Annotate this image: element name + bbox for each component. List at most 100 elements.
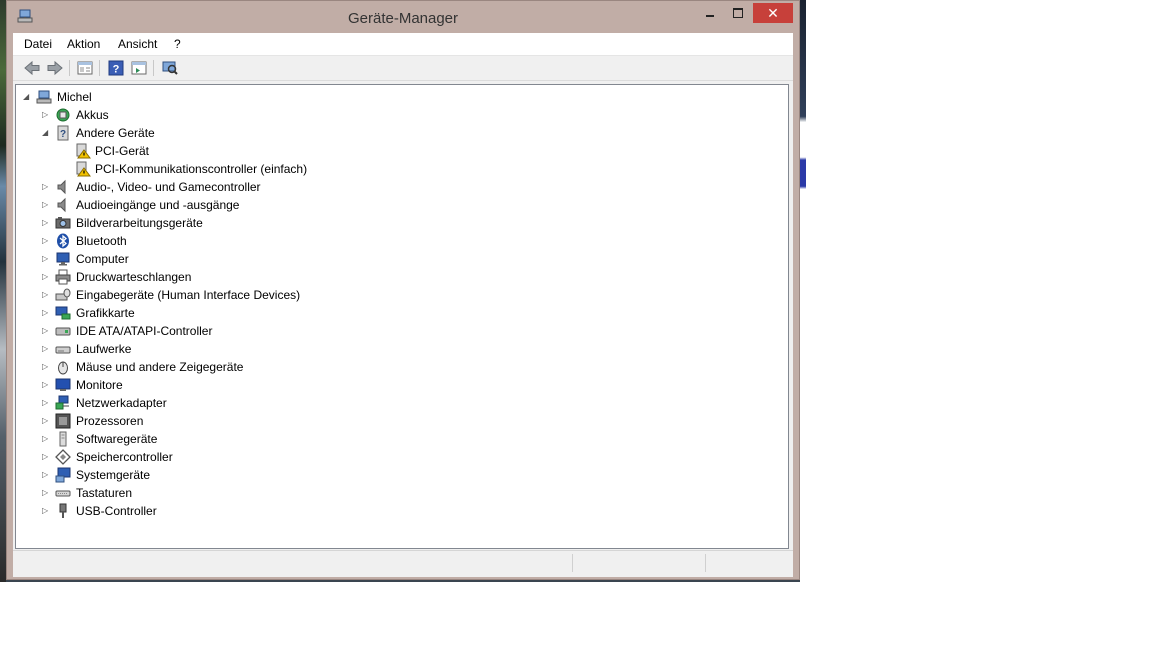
warning-device-icon [76,143,91,159]
unknown-device-icon: ? [57,125,69,141]
expand-arrow-icon[interactable]: ▷ [42,452,50,461]
status-pane [705,554,792,572]
tree-item[interactable]: ▷ Systemgeräte [16,466,776,484]
tree-item[interactable]: ▷ Laufwerke [16,340,776,358]
tree-item[interactable]: ▷ Bluetooth [16,232,776,250]
tree-item[interactable]: ▷ Mäuse und andere Zeigegeräte [16,358,776,376]
expand-arrow-icon[interactable]: ▷ [42,488,50,497]
monitor-icon [56,252,70,266]
device-manager-window: Geräte-Manager ✕ Datei Aktion Ansicht ? [6,0,800,580]
expand-arrow-icon[interactable]: ▷ [42,326,50,335]
expand-arrow-icon[interactable]: ▷ [42,398,50,407]
speaker-icon [57,197,66,213]
warning-device-icon [76,161,91,177]
expand-arrow-icon[interactable]: ▷ [42,344,50,353]
bluetooth-icon [57,233,69,249]
processor-icon [55,413,71,429]
minimize-icon [706,15,714,17]
monitor-icon [55,378,71,391]
minimize-button[interactable] [697,3,723,23]
expand-arrow-icon[interactable]: ▷ [42,254,50,263]
menu-ansicht[interactable]: Ansicht [118,37,157,51]
network-adapter-icon [55,395,69,410]
update-driver-icon[interactable] [130,59,148,77]
toolbar-separator [69,60,70,76]
close-icon: ✕ [767,5,779,21]
tree-root-label: Michel [57,90,92,104]
collapse-arrow-icon[interactable]: ◢ [42,128,50,137]
usb-icon [59,503,67,518]
expand-arrow-icon[interactable]: ▷ [42,110,50,119]
expand-arrow-icon[interactable]: ▷ [42,362,50,371]
forward-arrow-icon[interactable] [46,59,64,77]
back-arrow-icon[interactable] [23,59,41,77]
maximize-icon [733,8,743,18]
expand-arrow-icon[interactable]: ▷ [42,182,50,191]
window-client-area: Datei Aktion Ansicht ? ? ◢ Michel ▷ Akku… [13,33,793,577]
expand-arrow-icon[interactable]: ▷ [42,416,50,425]
storage-controller-icon [55,449,71,465]
tree-item[interactable]: ▷ Softwaregeräte [16,430,776,448]
software-device-icon [59,431,67,447]
window-title: Geräte-Manager [347,10,459,27]
properties-icon[interactable] [76,59,94,77]
expand-arrow-icon[interactable]: ▷ [42,470,50,479]
status-bar [13,550,793,576]
expand-arrow-icon[interactable]: ▷ [42,506,50,515]
menu-aktion[interactable]: Aktion [67,37,100,51]
help-icon[interactable]: ? [107,59,125,77]
expand-arrow-icon[interactable]: ▷ [42,308,50,317]
tree-item[interactable]: ▷ Eingabegeräte (Human Interface Devices… [16,286,776,304]
expand-arrow-icon[interactable]: ▷ [42,272,50,281]
menu-datei[interactable]: Datei [24,37,52,51]
printer-icon [55,269,71,285]
maximize-button[interactable] [725,3,751,23]
tree-item[interactable]: ▷ Prozessoren [16,412,776,430]
status-pane [572,554,705,572]
svg-text:?: ? [60,129,66,140]
tree-item[interactable]: ▷ Grafikkarte [16,304,776,322]
mouse-icon [58,361,68,375]
collapse-arrow-icon[interactable]: ◢ [23,92,31,101]
toolbar-separator [99,60,100,76]
tree-item[interactable]: ▷ USB-Controller [16,502,776,520]
speaker-icon [57,179,66,195]
camera-icon [55,217,71,229]
system-device-icon [55,467,71,483]
device-tree[interactable]: ◢ Michel ▷ Akkus ◢ ? Andere Geräte PCI-G… [15,84,789,549]
display-adapter-icon [55,306,71,320]
desktop-strip-right [800,0,806,582]
tree-child-item[interactable]: PCI-Kommunikationscontroller (einfach) [16,160,776,178]
expand-arrow-icon[interactable]: ▷ [42,290,50,299]
tree-item[interactable]: ▷ Bildverarbeitungsgeräte [16,214,776,232]
expand-arrow-icon[interactable]: ▷ [42,200,50,209]
battery-icon [56,108,70,122]
tree-item[interactable]: ▷ Netzwerkadapter [16,394,776,412]
tree-item[interactable]: ▷ Audio-, Video- und Gamecontroller [16,178,776,196]
computer-icon [36,90,52,104]
menu-help[interactable]: ? [174,37,181,51]
scan-hardware-icon[interactable] [161,59,179,77]
keyboard-icon [55,490,71,497]
tree-child-item[interactable]: PCI-Gerät [16,142,776,160]
tree-item[interactable]: ▷ Monitore [16,376,776,394]
hid-icon [55,288,71,301]
tree-item[interactable]: ▷ Tastaturen [16,484,776,502]
tree-item[interactable]: ▷ Akkus [16,106,776,124]
expand-arrow-icon[interactable]: ▷ [42,218,50,227]
tree-item[interactable]: ▷ Speichercontroller [16,448,776,466]
tree-item[interactable]: ▷ Druckwarteschlangen [16,268,776,286]
title-bar[interactable]: Geräte-Manager ✕ [7,1,799,33]
close-button[interactable]: ✕ [753,3,793,23]
expand-arrow-icon[interactable]: ▷ [42,380,50,389]
expand-arrow-icon[interactable]: ▷ [42,434,50,443]
expand-arrow-icon[interactable]: ▷ [42,236,50,245]
tree-item[interactable]: ◢ ? Andere Geräte [16,124,776,142]
tree-item[interactable]: ▷ Computer [16,250,776,268]
tree-item[interactable]: ▷ Audioeingänge und -ausgänge [16,196,776,214]
ide-controller-icon [55,327,71,336]
disk-drive-icon [55,346,71,354]
tree-item[interactable]: ▷ IDE ATA/ATAPI-Controller [16,322,776,340]
tree-root[interactable]: ◢ Michel [16,88,776,106]
svg-text:?: ? [113,64,120,76]
